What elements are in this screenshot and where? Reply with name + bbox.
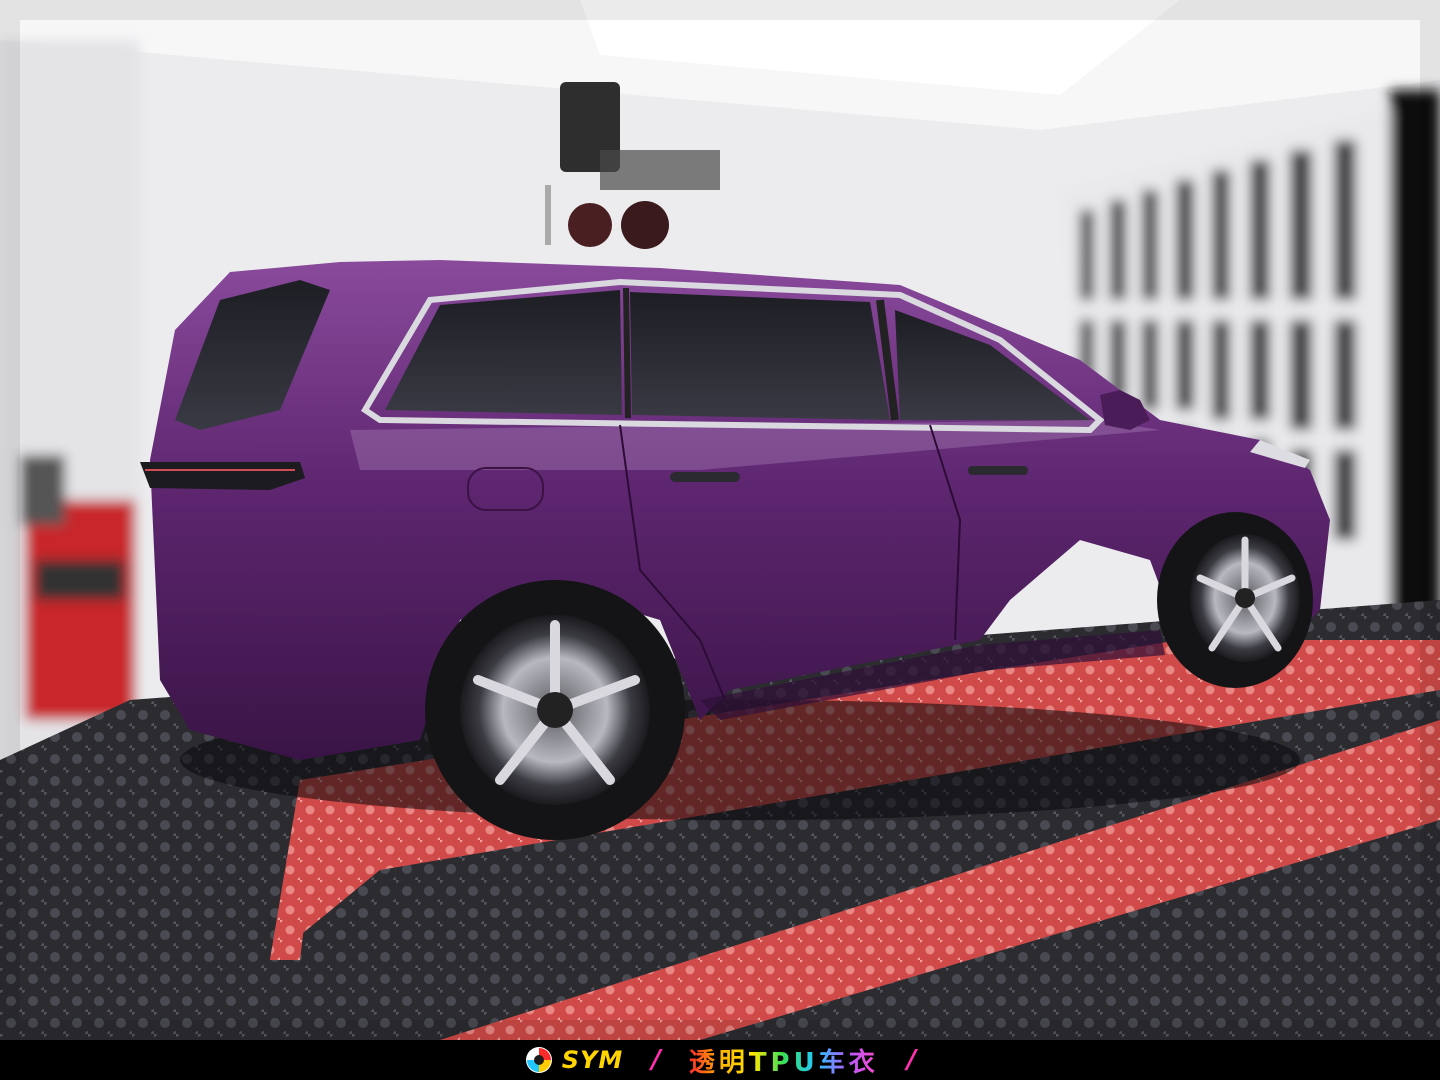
tagline: 透明TPU车衣 — [689, 1042, 879, 1079]
separator-left: / — [651, 1045, 661, 1075]
polisher-pad-left — [568, 203, 612, 247]
brand-name: SYM — [561, 1046, 624, 1074]
rear-door-handle — [670, 472, 740, 482]
middle-side-window — [630, 292, 890, 420]
tail-light — [140, 462, 305, 490]
rear-wheel — [425, 580, 685, 840]
front-wheel — [1157, 512, 1313, 688]
left-wall-blurred — [0, 40, 140, 760]
front-hub-cap — [1235, 588, 1255, 608]
front-door-handle — [968, 466, 1028, 475]
separator-right: / — [906, 1045, 917, 1075]
sym-swirl-logo-icon — [525, 1047, 552, 1073]
wall-rack — [600, 150, 720, 190]
polisher-pad-right — [621, 201, 669, 249]
brand-logo: SYM — [524, 1045, 624, 1075]
rear-hub-cap — [537, 692, 573, 728]
photo-scene — [0, 0, 1440, 1040]
bottom-banner: SYM / 透明TPU车衣 / — [0, 1040, 1440, 1080]
garage-photo — [0, 0, 1440, 1040]
